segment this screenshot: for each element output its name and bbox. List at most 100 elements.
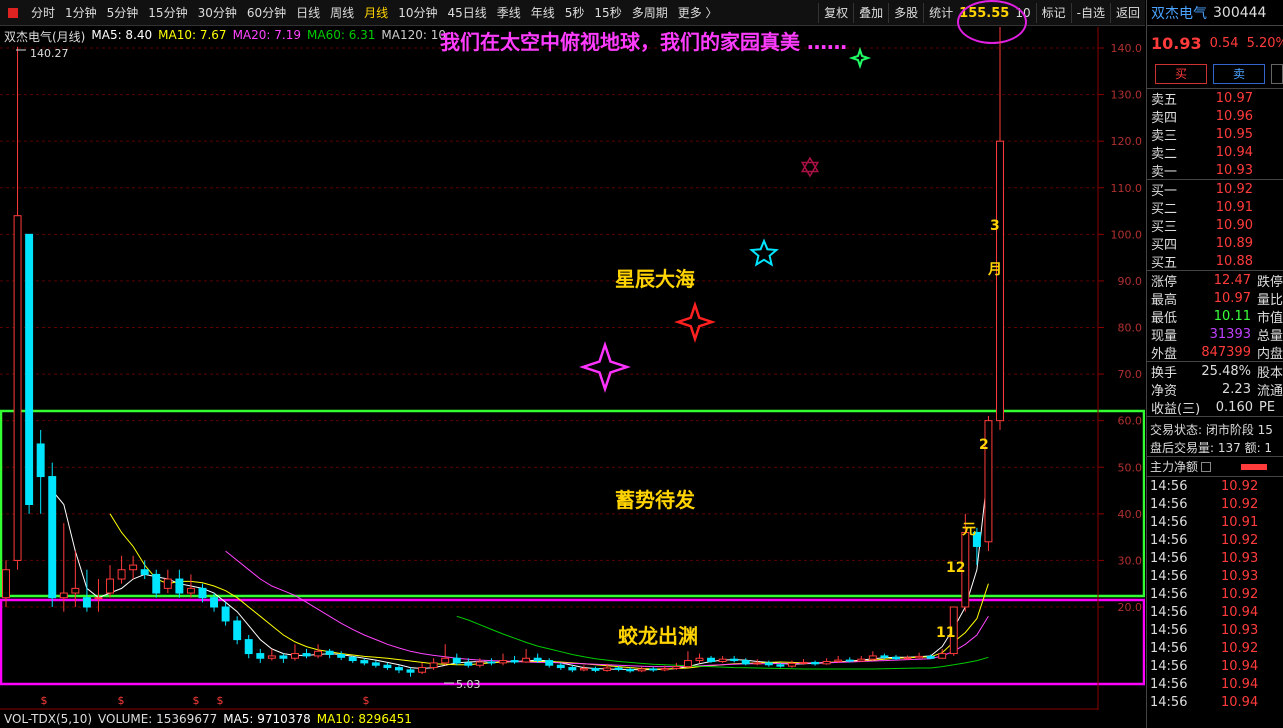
period-tab[interactable]: 1分钟 xyxy=(60,4,102,21)
mark-2: 2 xyxy=(979,437,989,453)
stat-row-label: 外盘 xyxy=(1151,346,1178,362)
period-tab[interactable]: 更多 〉 xyxy=(673,4,723,21)
trade-tick-row: 14:56 10.92 xyxy=(1147,585,1283,603)
candle-body xyxy=(59,592,68,599)
mark-button[interactable]: 标记 xyxy=(1035,3,1071,23)
candle-body xyxy=(94,597,103,600)
ask-row-label: 卖二 xyxy=(1151,146,1178,162)
period-tab[interactable]: 月线 xyxy=(359,4,393,21)
candle-body xyxy=(418,667,427,673)
bid-row-value: 10.88 xyxy=(1215,253,1253,269)
zone-label-top: 星辰大海 xyxy=(615,267,695,291)
period-tab[interactable]: 季线 xyxy=(492,4,526,21)
overlay-button[interactable]: 叠加 xyxy=(853,3,888,23)
trade-tick-row: 14:56 10.93 xyxy=(1147,621,1283,639)
candle-body xyxy=(626,668,635,672)
period-tab[interactable]: 周线 xyxy=(325,4,359,21)
stat-row: 现量 31393 总量 xyxy=(1147,325,1283,344)
period-tab[interactable]: 年线 xyxy=(526,4,560,21)
bid-row: 买一 10.92 xyxy=(1147,180,1283,199)
candle-body xyxy=(314,650,323,657)
net-inflow-label[interactable]: 主力净额 xyxy=(1150,458,1198,475)
trade-price: 10.94 xyxy=(1221,694,1259,710)
trade-tick-row: 14:56 10.92 xyxy=(1147,477,1283,495)
candle-body xyxy=(753,662,762,665)
volume-indicator[interactable]: VOL-TDX(5,10) xyxy=(4,712,92,726)
moving-average-lines xyxy=(51,467,989,671)
y-tick-label: 120.0 xyxy=(1111,135,1143,148)
stat-row-value: 847399 xyxy=(1201,344,1251,360)
more-trade-button[interactable] xyxy=(1271,64,1283,84)
stats-block-2: 换手 25.48% 股本 净资 2.23 流通 收益(三) 0.160 PE xyxy=(1147,361,1283,417)
candle-body xyxy=(186,587,195,594)
sell-button[interactable]: 卖 xyxy=(1213,64,1265,84)
zone-label-middle: 蓄势待发 xyxy=(615,488,695,512)
dividend-marker: $ xyxy=(193,694,200,707)
period-tab[interactable]: 多周期 xyxy=(627,4,673,21)
period-tab[interactable]: 15秒 xyxy=(589,4,626,21)
price-line: 10.93 0.54 5.20% xyxy=(1147,26,1283,60)
candle-body xyxy=(25,233,34,506)
trade-price: 10.92 xyxy=(1221,496,1259,512)
stat2-row-ext-label: 股本 xyxy=(1256,365,1283,381)
y-tick-label: 90.0 xyxy=(1118,275,1143,288)
sparkle-star-icon xyxy=(579,341,631,393)
trade-time: 14:56 xyxy=(1150,496,1188,512)
stat2-row-value: 2.23 xyxy=(1222,381,1251,397)
period-tab[interactable]: 10分钟 xyxy=(393,4,442,21)
net-inflow-bar xyxy=(1241,463,1268,470)
dividend-marker: $ xyxy=(217,694,224,707)
candle-body xyxy=(591,667,600,671)
menu-square-icon[interactable] xyxy=(8,7,18,18)
trade-tick-row: 14:56 10.94 xyxy=(1147,675,1283,693)
ask-row: 卖二 10.94 xyxy=(1147,143,1283,162)
zone-label-bottom: 蛟龙出渊 xyxy=(618,624,698,648)
stat-row-label: 最低 xyxy=(1151,310,1178,326)
candle-body xyxy=(741,660,750,665)
stat2-row-ext-label: 流通 xyxy=(1256,383,1283,399)
stat2-row-label: 收益(三) xyxy=(1151,401,1201,417)
stock-name: 双杰电气 xyxy=(1151,5,1207,22)
hexagram-star-icon xyxy=(800,161,820,178)
low-price-label: 5.03 xyxy=(456,678,481,691)
net-inflow-toggle-icon[interactable] xyxy=(1201,461,1212,472)
stat2-row: 换手 25.48% 股本 xyxy=(1147,362,1283,381)
net-inflow-row: 主力净额 xyxy=(1147,456,1283,476)
ask-row: 卖四 10.96 xyxy=(1147,107,1283,126)
candle-body xyxy=(926,655,935,659)
stat-row-value: 10.97 xyxy=(1213,290,1251,306)
candle-body xyxy=(464,662,473,666)
stats-button[interactable]: 统计 xyxy=(923,3,953,23)
trade-time: 14:56 xyxy=(1150,586,1188,602)
multi-stock-button[interactable]: 多股 xyxy=(888,3,923,23)
stat-row-ext-label: 市值 xyxy=(1256,310,1283,326)
period-tab[interactable]: 15分钟 xyxy=(143,4,192,21)
candle-body xyxy=(152,573,161,594)
candle-body xyxy=(533,657,542,662)
period-tab[interactable]: 5秒 xyxy=(560,4,590,21)
period-tab[interactable]: 分时 xyxy=(26,4,60,21)
ask-row-value: 10.96 xyxy=(1215,108,1253,124)
watchlist-button[interactable]: -自选 xyxy=(1070,3,1110,23)
ma-line-ma5 xyxy=(51,467,989,671)
restore-rights-button[interactable]: 复权 xyxy=(818,3,853,23)
period-tab[interactable]: 45日线 xyxy=(442,4,491,21)
back-button[interactable]: 返回 xyxy=(1109,3,1145,23)
period-tab[interactable]: 30分钟 xyxy=(193,4,242,21)
candle-body xyxy=(683,660,692,668)
period-tab[interactable]: 5分钟 xyxy=(102,4,144,21)
trade-price: 10.91 xyxy=(1221,514,1259,530)
ask-row: 卖一 10.93 xyxy=(1147,161,1283,180)
ma-legend: 双杰电气(月线) MA5: 8.40 MA10: 7.67 MA20: 7.19… xyxy=(4,28,446,45)
candle-body xyxy=(244,639,253,655)
period-tab[interactable]: 60分钟 xyxy=(242,4,291,21)
candle-body xyxy=(129,564,138,571)
ask-book: 卖五 10.97 卖四 10.96 卖三 10.95 卖二 10.94 卖一 10.93 xyxy=(1147,88,1283,180)
period-tab[interactable]: 日线 xyxy=(291,4,325,21)
stat2-row-ext-label: PE xyxy=(1259,399,1276,415)
quote-panel: 双杰电气 300444 10.93 0.54 5.20% 买 卖 卖五 10.97… xyxy=(1146,0,1283,728)
candle-body xyxy=(71,587,80,594)
stat-row-label: 最高 xyxy=(1151,292,1178,308)
candlestick-chart[interactable]: $ $ $ $ $ 20.0 30.0 40.0 50.0 60.0 70.0 80.0 90.0 10… xyxy=(0,27,1145,710)
buy-button[interactable]: 买 xyxy=(1155,64,1207,84)
